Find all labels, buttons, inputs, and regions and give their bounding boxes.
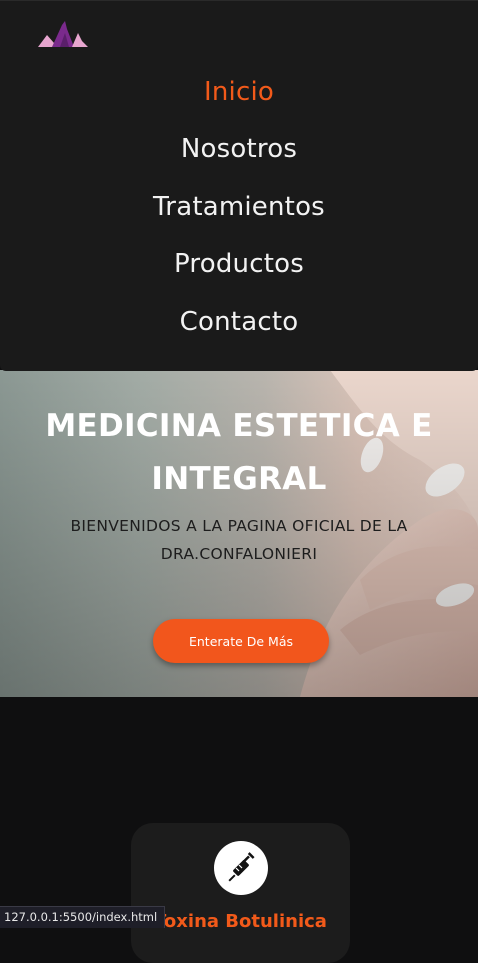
- nav-item-nosotros: Nosotros: [0, 121, 478, 179]
- learn-more-button[interactable]: Enterate De Más: [153, 619, 329, 663]
- nav-menu: Inicio Nosotros Tratamientos Productos C…: [0, 63, 478, 351]
- hero-subtitle: BIENVENIDOS A LA PAGINA OFICIAL DE LA DR…: [70, 517, 408, 563]
- service-card[interactable]: Toxina Botulinica: [131, 823, 350, 963]
- services-section: Toxina Botulinica: [0, 697, 478, 963]
- nav-menu-panel: Inicio Nosotros Tratamientos Productos C…: [0, 0, 478, 371]
- nav-link-inicio[interactable]: Inicio: [204, 77, 274, 107]
- nav-item-productos: Productos: [0, 236, 478, 294]
- logo[interactable]: [38, 19, 88, 49]
- nav-link-tratamientos[interactable]: Tratamientos: [153, 192, 325, 222]
- browser-status-url: 127.0.0.1:5500/index.html: [0, 906, 166, 928]
- nav-link-productos[interactable]: Productos: [174, 249, 304, 279]
- hero-title: MEDICINA ESTETICA E INTEGRAL: [45, 408, 433, 497]
- nav-item-contacto: Contacto: [0, 293, 478, 351]
- nav-link-nosotros[interactable]: Nosotros: [181, 134, 297, 164]
- syringe-icon: [214, 841, 268, 895]
- nav-link-contacto[interactable]: Contacto: [180, 307, 299, 337]
- nav-item-inicio: Inicio: [0, 63, 478, 121]
- hero-section: MEDICINA ESTETICA E INTEGRAL BIENVENIDOS…: [0, 370, 478, 697]
- nav-item-tratamientos: Tratamientos: [0, 178, 478, 236]
